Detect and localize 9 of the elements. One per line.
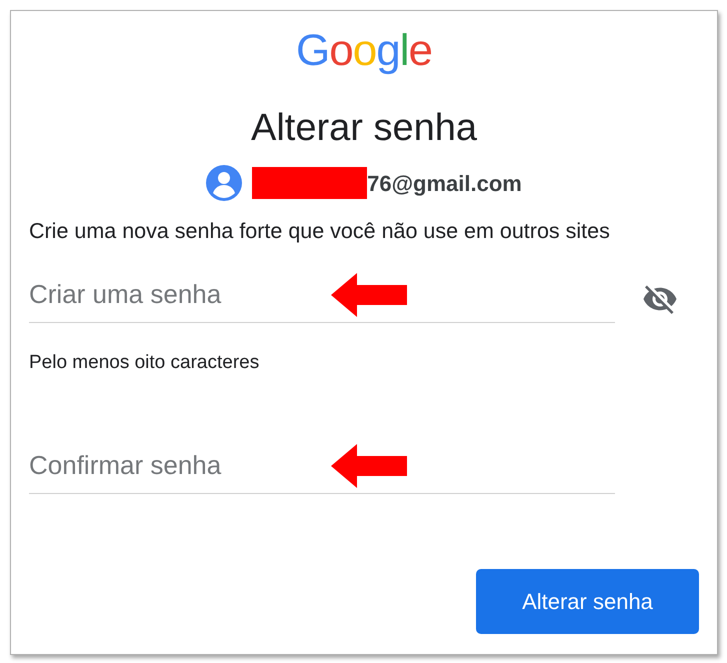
helper-text: Pelo menos oito caracteres [29,351,260,375]
description-text: Crie uma nova senha forte que você não use em outros sites [29,218,611,245]
page-title: Alterar senha [250,106,477,151]
account-icon [206,165,242,201]
logo: Google [296,27,432,75]
account-email: 76@gmail.com [367,170,522,198]
password-field[interactable]: Criar uma senha [29,267,615,323]
password-field[interactable]: Confirmar senha [29,438,615,494]
change-password-button[interactable]: Alterar senha [476,569,699,634]
